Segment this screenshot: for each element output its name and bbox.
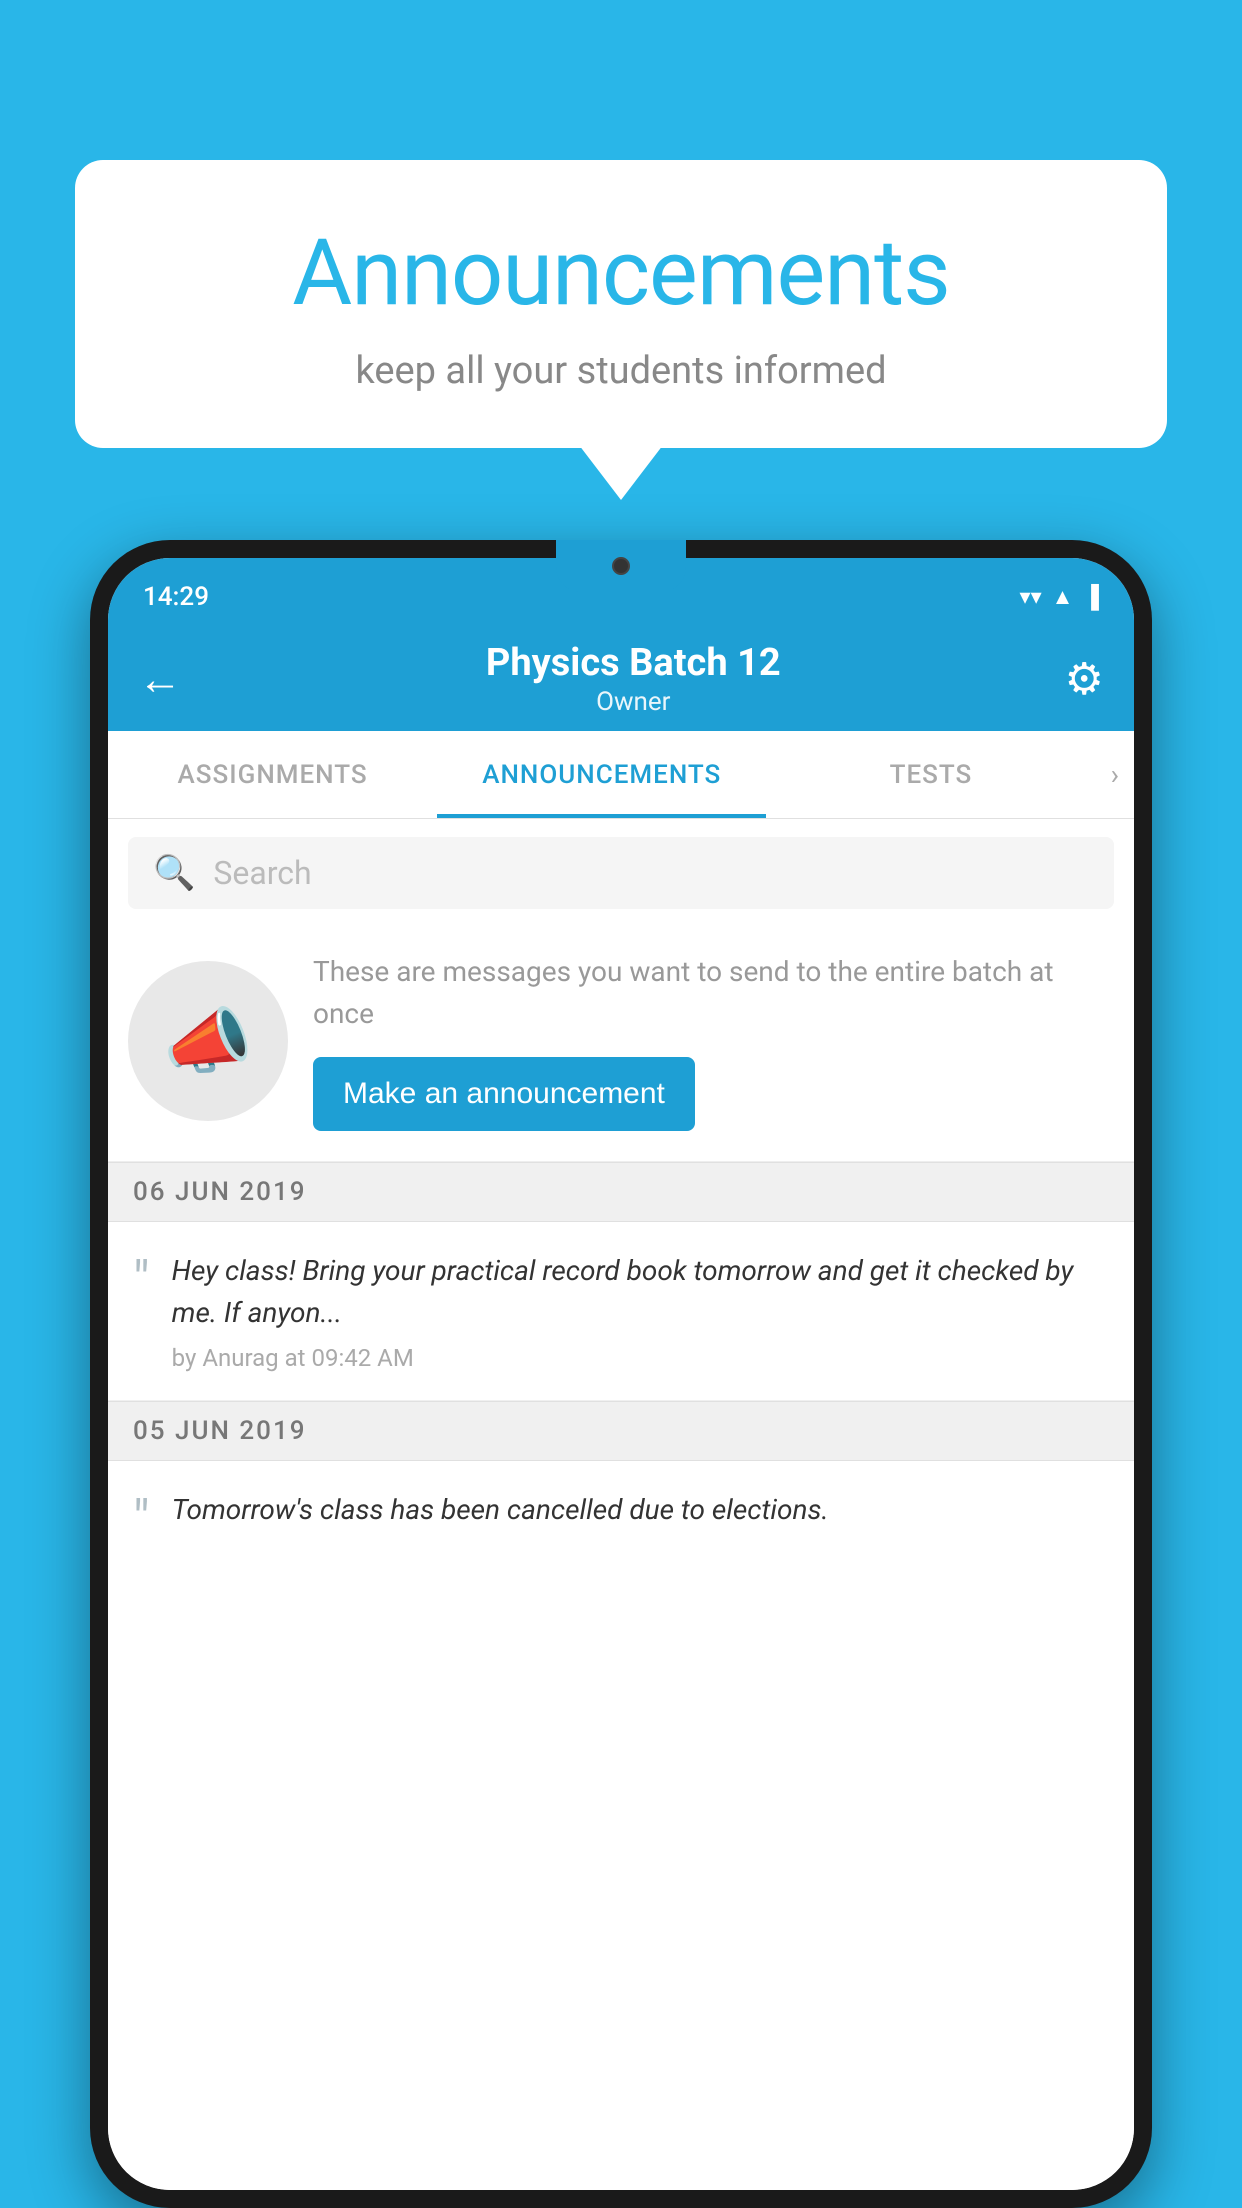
back-button[interactable]: ← [138,657,182,701]
quote-icon-2: " [133,1494,150,1546]
tab-tests[interactable]: TESTS [766,731,1095,818]
camera [612,558,630,575]
wifi-icon: ▾▾ [1020,585,1042,610]
battery-icon: ▐ [1083,584,1099,610]
quote-icon-1: " [133,1255,150,1307]
search-icon: 🔍 [153,853,195,893]
announcement-body-1: Hey class! Bring your practical record b… [172,1250,1109,1334]
search-placeholder: Search [213,854,311,892]
app-bar: ← Physics Batch 12 Owner ⚙ [108,626,1134,731]
announcement-icon-circle: 📣 [128,961,288,1121]
bubble-title: Announcements [125,220,1117,327]
tab-more[interactable]: › [1096,731,1134,818]
announcement-meta-1: by Anurag at 09:42 AM [172,1344,1109,1372]
status-time: 14:29 [143,582,209,612]
empty-state-description: These are messages you want to send to t… [313,951,1114,1035]
announcement-text-2: Tomorrow's class has been cancelled due … [172,1489,1109,1541]
tab-announcements[interactable]: ANNOUNCEMENTS [437,731,766,818]
settings-button[interactable]: ⚙ [1065,653,1104,705]
screen-content: 🔍 Search 📣 These are messages you want t… [108,819,1134,2190]
empty-state-right: These are messages you want to send to t… [313,951,1114,1131]
date-divider-1: 06 JUN 2019 [108,1162,1134,1222]
phone-wrapper: 14:29 ▾▾ ▲ ▐ ← Physics Batch 12 Owner ⚙ [90,540,1152,2208]
bubble-subtitle: keep all your students informed [125,349,1117,393]
empty-state: 📣 These are messages you want to send to… [108,921,1134,1162]
status-icons: ▾▾ ▲ ▐ [1020,584,1099,610]
phone-outer: 14:29 ▾▾ ▲ ▐ ← Physics Batch 12 Owner ⚙ [90,540,1152,2208]
search-bar[interactable]: 🔍 Search [128,837,1114,909]
megaphone-icon: 📣 [163,999,253,1084]
tabs-bar: ASSIGNMENTS ANNOUNCEMENTS TESTS › [108,731,1134,819]
announcement-item-1[interactable]: " Hey class! Bring your practical record… [108,1222,1134,1401]
phone-screen: 14:29 ▾▾ ▲ ▐ ← Physics Batch 12 Owner ⚙ [108,558,1134,2190]
app-bar-title: Physics Batch 12 [202,641,1065,685]
app-bar-subtitle: Owner [202,687,1065,717]
speech-bubble: Announcements keep all your students inf… [75,160,1167,448]
announcement-item-2[interactable]: " Tomorrow's class has been cancelled du… [108,1461,1134,1561]
date-divider-2: 05 JUN 2019 [108,1401,1134,1461]
announcement-body-2: Tomorrow's class has been cancelled due … [172,1489,1109,1531]
announcement-text-1: Hey class! Bring your practical record b… [172,1250,1109,1372]
tab-assignments[interactable]: ASSIGNMENTS [108,731,437,818]
app-bar-title-area: Physics Batch 12 Owner [202,641,1065,717]
signal-icon: ▲ [1052,584,1074,610]
make-announcement-button[interactable]: Make an announcement [313,1057,695,1131]
